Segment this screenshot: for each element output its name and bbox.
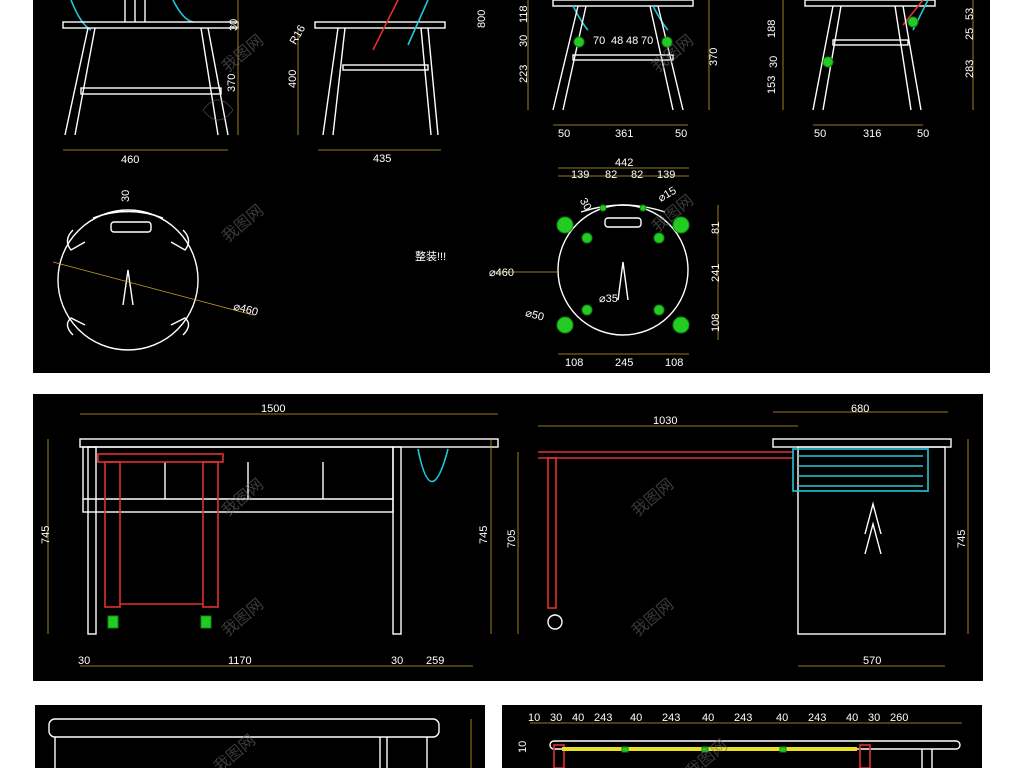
detail-dim-4: 243 bbox=[594, 712, 612, 724]
front2-left-3: 223 bbox=[518, 65, 530, 83]
detail-dim-10: 243 bbox=[808, 712, 826, 724]
side2-left-2: 30 bbox=[768, 56, 780, 68]
watermark-logo-mid: 我图网 我图网 我图网 我图网 bbox=[219, 475, 677, 640]
chair-drawings-panel: 460 30 370 400 R16 435 800 30 ⌀460 整装!!!… bbox=[33, 0, 990, 373]
seat-top-d2-label: ⌀460 bbox=[232, 301, 259, 319]
front2-mid-1: 70 bbox=[593, 35, 605, 47]
plan-d35: ⌀35 bbox=[599, 293, 618, 305]
desk-drawings-panel: 1500 745 745 30 1170 30 259 1030 680 705… bbox=[33, 394, 983, 681]
chair-front-width-label: 460 bbox=[121, 154, 139, 166]
seat-top-d1-label: 30 bbox=[120, 190, 132, 202]
plan-d460: ⌀460 bbox=[489, 267, 514, 279]
detail-dim-7: 40 bbox=[702, 712, 714, 724]
plan-top-2: 82 bbox=[605, 169, 617, 181]
desk-detail-panel-left: 我图网 bbox=[35, 705, 485, 768]
plan-bottom-2: 245 bbox=[615, 357, 633, 369]
chair-side-total-label: 800 bbox=[476, 10, 488, 28]
chair-drawings-svg: 460 30 370 400 R16 435 800 30 ⌀460 整装!!!… bbox=[52, 0, 976, 369]
chair-side-view bbox=[297, 0, 446, 151]
watermark-text-7: 我图网 bbox=[219, 595, 267, 640]
desk-side-view bbox=[517, 411, 969, 667]
desk-side-width-b: 680 bbox=[851, 403, 869, 415]
front2-bottom-1: 50 bbox=[558, 128, 570, 140]
plan-d50: ⌀50 bbox=[524, 307, 545, 323]
detail-dim-8: 243 bbox=[734, 712, 752, 724]
plan-right-1: 81 bbox=[710, 222, 722, 234]
desk-side-height-l: 705 bbox=[506, 530, 518, 548]
chair-side-radius-label: R16 bbox=[288, 23, 308, 46]
desk-side-width-a: 1030 bbox=[653, 415, 677, 427]
side2-right-1: 53 bbox=[964, 8, 976, 20]
side2-right-2: 25 bbox=[964, 28, 976, 40]
desk-front-bottom-4: 259 bbox=[426, 655, 444, 667]
plan-top-4: 139 bbox=[657, 169, 675, 181]
detail-dim-6: 243 bbox=[662, 712, 680, 724]
plan-top-1: 139 bbox=[571, 169, 589, 181]
detail-dim-1: 10 bbox=[528, 712, 540, 724]
desk-front-view bbox=[47, 413, 499, 667]
chair-front-h-a-label: 30 bbox=[228, 19, 240, 31]
detail-dim-9: 40 bbox=[776, 712, 788, 724]
desk-detail-panel-right: 10 30 40 243 40 243 40 243 40 243 40 30 … bbox=[502, 705, 982, 768]
side2-left-3: 153 bbox=[766, 76, 778, 94]
plan-d30: 30 bbox=[577, 196, 594, 213]
chair-side-view-2 bbox=[782, 0, 974, 126]
desk-detail-svg-right: 10 30 40 243 40 243 40 243 40 243 40 30 … bbox=[517, 712, 962, 768]
detail-dim-2: 30 bbox=[550, 712, 562, 724]
watermark-text-8: 我图网 bbox=[629, 595, 677, 640]
desk-front-bottom-1: 30 bbox=[78, 655, 90, 667]
plan-top-3: 82 bbox=[631, 169, 643, 181]
plan-right-2: 241 bbox=[710, 264, 722, 282]
front2-mid-4: 70 bbox=[641, 35, 653, 47]
detail-dim-3: 40 bbox=[572, 712, 584, 724]
desk-front-bottom-2: 1170 bbox=[228, 655, 252, 667]
plan-overall: 442 bbox=[615, 157, 633, 169]
desk-front-height-r: 745 bbox=[478, 526, 490, 544]
detail-dim-13: 260 bbox=[890, 712, 908, 724]
watermark-text-3: 我图网 bbox=[219, 201, 267, 246]
watermark-text-5: 我图网 bbox=[219, 475, 267, 520]
plan-bottom-1: 108 bbox=[565, 357, 583, 369]
plan-right-3: 108 bbox=[710, 314, 722, 332]
desk-side-height-r: 745 bbox=[956, 530, 968, 548]
desk-detail-svg-left: 我图网 bbox=[48, 718, 472, 768]
side2-bottom-3: 50 bbox=[917, 128, 929, 140]
desk-side-bottom: 570 bbox=[863, 655, 881, 667]
front2-mid-2: 48 bbox=[611, 35, 623, 47]
detail-dim-12: 30 bbox=[868, 712, 880, 724]
chair-front-view bbox=[62, 0, 239, 151]
desk-front-height-l: 745 bbox=[40, 526, 52, 544]
desk-front-bottom-3: 30 bbox=[391, 655, 403, 667]
front2-bottom-3: 50 bbox=[675, 128, 687, 140]
watermark-text: 我图网 bbox=[219, 31, 267, 76]
side2-bottom-2: 316 bbox=[863, 128, 881, 140]
detail-dim-11: 40 bbox=[846, 712, 858, 724]
side2-bottom-1: 50 bbox=[814, 128, 826, 140]
desk-front-width: 1500 bbox=[261, 403, 285, 415]
front2-mid-3: 48 bbox=[626, 35, 638, 47]
chair-front-h-b-label: 370 bbox=[226, 74, 238, 92]
side2-left-1: 188 bbox=[766, 20, 778, 38]
front2-left-2: 30 bbox=[518, 35, 530, 47]
detail-dim-left: 10 bbox=[517, 741, 529, 753]
chair-front-view-2 bbox=[527, 0, 710, 126]
chair-side-width-label: 435 bbox=[373, 153, 391, 165]
chair-side-height-label: 400 bbox=[287, 70, 299, 88]
detail-dim-5: 40 bbox=[630, 712, 642, 724]
side2-right-3: 283 bbox=[964, 60, 976, 78]
desk-drawings-svg: 1500 745 745 30 1170 30 259 1030 680 705… bbox=[40, 403, 969, 667]
front2-height: 370 bbox=[708, 48, 720, 66]
plan-bottom-3: 108 bbox=[665, 357, 683, 369]
front2-left-1: 118 bbox=[518, 5, 530, 23]
assembly-note: 整装!!! bbox=[415, 249, 446, 263]
front2-bottom-2: 361 bbox=[615, 128, 633, 140]
watermark-text-6: 我图网 bbox=[629, 475, 677, 520]
